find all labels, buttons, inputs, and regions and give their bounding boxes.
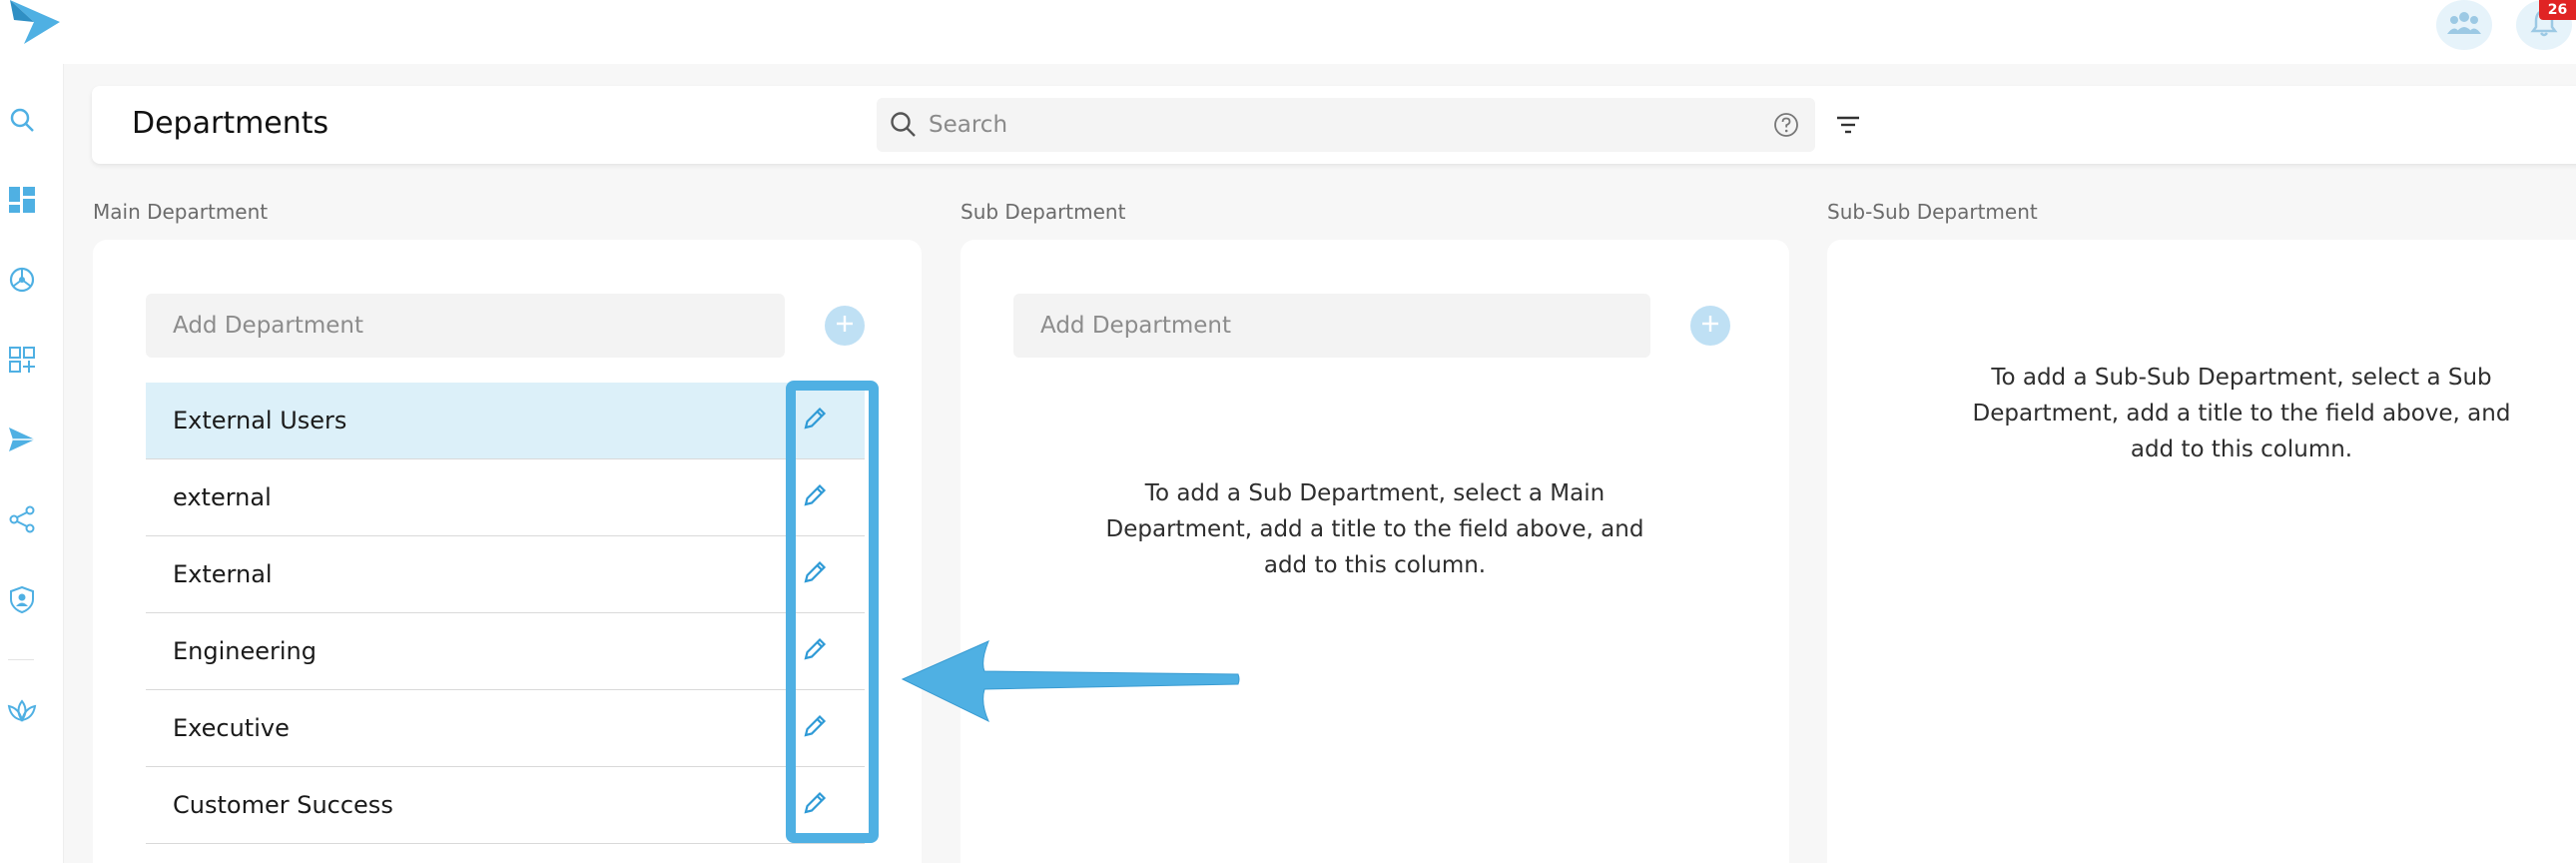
edit-department-button[interactable] — [795, 708, 835, 748]
department-row[interactable]: external — [146, 459, 865, 536]
notification-badge: 26 — [2539, 0, 2576, 20]
team-button[interactable] — [2436, 0, 2492, 50]
department-row[interactable]: Executive — [146, 690, 865, 767]
main-department-label: Main Department — [93, 200, 269, 224]
main-add-department-input[interactable] — [146, 294, 785, 358]
page-header: Departments — [92, 86, 2576, 164]
sub-sub-department-panel: To add a Sub-Sub Department, select a Su… — [1827, 240, 2576, 863]
page-title: Departments — [132, 106, 329, 141]
department-row[interactable]: External — [146, 536, 865, 613]
main-department-panel: External Users external External Enginee… — [93, 240, 922, 863]
sub-department-label: Sub Department — [961, 200, 1126, 224]
department-row[interactable]: Engineering — [146, 613, 865, 690]
department-name: External — [173, 560, 273, 588]
shield-user-icon — [8, 585, 36, 617]
sub-add-department-input[interactable] — [1013, 294, 1650, 358]
top-bar: 26 — [0, 0, 2576, 64]
main-add-department-button[interactable] — [825, 306, 865, 346]
filter-icon[interactable] — [1833, 110, 1863, 140]
department-name: External Users — [173, 407, 347, 434]
sidebar-search[interactable] — [2, 102, 42, 142]
sidebar — [0, 64, 64, 863]
search-icon — [9, 107, 35, 137]
dashboard-icon — [8, 186, 36, 218]
sidebar-security[interactable] — [2, 581, 42, 621]
edit-department-button[interactable] — [795, 401, 835, 440]
sub-add-department-button[interactable] — [1690, 306, 1730, 346]
plus-icon — [1699, 313, 1721, 339]
department-name: external — [173, 483, 272, 511]
sub-sub-department-label: Sub-Sub Department — [1827, 200, 2038, 224]
sidebar-divider — [8, 659, 34, 660]
department-row[interactable]: Customer Success — [146, 767, 865, 844]
department-list: External Users external External Enginee… — [146, 383, 865, 844]
search-icon — [889, 110, 919, 140]
lotus-icon — [7, 698, 37, 728]
sub-department-panel: To add a Sub Department, select a Main D… — [961, 240, 1789, 863]
sidebar-brand[interactable] — [2, 693, 42, 733]
help-icon[interactable] — [1773, 112, 1799, 138]
pencil-icon — [801, 405, 829, 436]
sidebar-integrations[interactable] — [2, 262, 42, 302]
department-name: Customer Success — [173, 791, 393, 819]
pencil-icon — [801, 558, 829, 590]
team-icon — [2447, 10, 2481, 40]
sub-department-empty-message: To add a Sub Department, select a Main D… — [1105, 480, 1644, 578]
edit-department-button[interactable] — [795, 554, 835, 594]
edit-department-button[interactable] — [795, 785, 835, 825]
sidebar-share[interactable] — [2, 501, 42, 541]
pencil-icon — [801, 481, 829, 513]
integrations-icon — [8, 266, 36, 298]
department-name: Executive — [173, 714, 290, 742]
sidebar-add-widget[interactable] — [2, 342, 42, 382]
send-icon — [8, 427, 36, 456]
edit-department-button[interactable] — [795, 477, 835, 517]
plus-icon — [834, 313, 856, 339]
department-name: Engineering — [173, 637, 317, 665]
pencil-icon — [801, 712, 829, 744]
sidebar-send[interactable] — [2, 422, 42, 461]
share-icon — [8, 505, 36, 537]
app-logo[interactable] — [4, 0, 60, 46]
pencil-icon — [801, 635, 829, 667]
department-row[interactable]: External Users — [146, 383, 865, 459]
edit-department-button[interactable] — [795, 631, 835, 671]
search-box[interactable] — [877, 98, 1815, 152]
sub-sub-department-empty-message: To add a Sub-Sub Department, select a Su… — [1972, 365, 2511, 462]
search-input[interactable] — [929, 98, 1747, 152]
sidebar-dashboard[interactable] — [2, 182, 42, 222]
add-widget-icon — [8, 346, 36, 378]
pencil-icon — [801, 789, 829, 821]
